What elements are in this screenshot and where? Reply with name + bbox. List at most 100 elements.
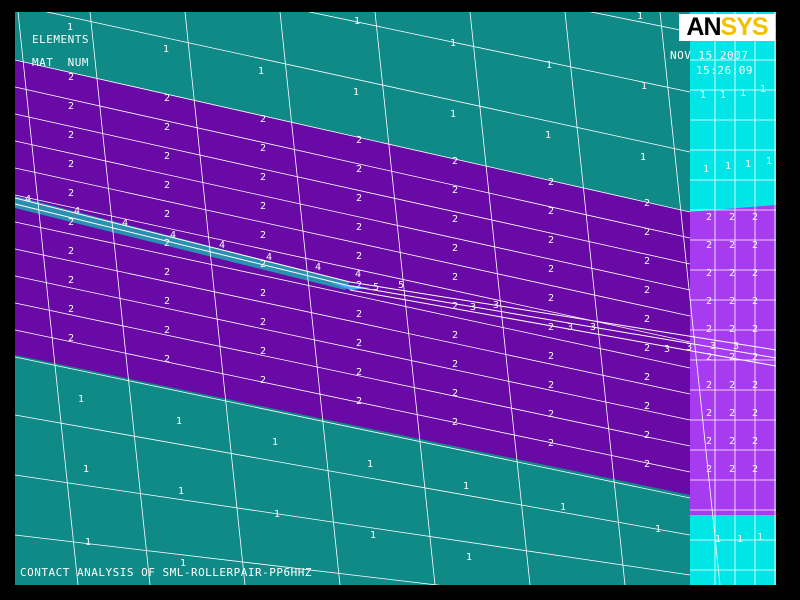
element-material-label: 5 [373, 282, 379, 293]
element-material-label: 2 [752, 464, 758, 475]
element-material-label: 2 [164, 325, 170, 336]
plot-title: CONTACT ANALYSIS OF SML-ROLLERPAIR-PP6HH… [20, 566, 313, 579]
element-material-label: 1 [725, 161, 731, 172]
element-material-label: 2 [260, 230, 266, 241]
element-material-label: 3 [470, 302, 476, 313]
element-material-label: 2 [706, 240, 712, 251]
element-material-label: 2 [356, 338, 362, 349]
ansys-logo: ANSYS [679, 14, 775, 41]
element-material-label: 2 [260, 143, 266, 154]
element-material-label: 2 [68, 101, 74, 112]
element-material-label: 1 [83, 464, 89, 475]
element-material-label: 2 [68, 217, 74, 228]
plot-date: NOV 15 2007 [670, 49, 749, 62]
element-material-label: 1 [466, 552, 472, 563]
element-material-label: 1 [67, 22, 73, 33]
element-material-label: 2 [164, 354, 170, 365]
element-material-label: 1 [700, 90, 706, 101]
element-material-label: 2 [452, 272, 458, 283]
element-mesh-plot[interactable]: 1 1 1 1 1 1 1 1 1 1 1 1 1 1 1 1 1 1 1 1 1 1 1 1 1 1 2 2 2 2 2 2 2 2 2 2 2 2 2 2… [15, 12, 776, 585]
element-material-label: 2 [452, 185, 458, 196]
element-material-label: 2 [164, 151, 170, 162]
element-material-label: 2 [260, 114, 266, 125]
element-material-label: 2 [356, 251, 362, 262]
element-material-label: 2 [548, 293, 554, 304]
element-material-label: 2 [729, 324, 735, 335]
mesh-row-line-upper [589, 12, 691, 33]
element-material-label: 2 [452, 156, 458, 167]
element-material-label: 4 [219, 240, 225, 251]
element-material-label: 2 [729, 296, 735, 307]
element-material-label: 2 [644, 285, 650, 296]
element-material-label: 1 [354, 16, 360, 27]
element-material-label: 2 [729, 380, 735, 391]
element-material-label: 1 [703, 164, 709, 175]
element-material-label: 1 [463, 481, 469, 492]
element-material-label: 2 [752, 212, 758, 223]
element-material-label: 2 [68, 275, 74, 286]
element-material-label: 2 [706, 380, 712, 391]
element-material-label: 1 [720, 90, 726, 101]
element-material-label: 2 [752, 268, 758, 279]
element-material-label: 2 [356, 396, 362, 407]
element-material-label: 2 [68, 188, 74, 199]
element-material-label: 2 [164, 267, 170, 278]
element-material-label: 2 [548, 235, 554, 246]
element-material-label: 2 [548, 438, 554, 449]
element-material-label: 1 [655, 524, 661, 535]
element-material-label: 2 [548, 177, 554, 188]
element-material-label: 2 [752, 324, 758, 335]
element-material-label: 2 [452, 301, 458, 312]
element-material-label: 1 [745, 159, 751, 170]
element-material-label: 1 [450, 109, 456, 120]
element-material-label: 2 [729, 436, 735, 447]
element-material-label: 2 [260, 288, 266, 299]
element-material-label: 2 [164, 180, 170, 191]
element-material-label: 1 [766, 156, 772, 167]
material-1-side-region-top [690, 12, 776, 212]
element-material-label: 2 [752, 380, 758, 391]
element-material-label: 2 [356, 280, 362, 291]
graphics-viewport[interactable]: 1 1 1 1 1 1 1 1 1 1 1 1 1 1 1 1 1 1 1 1 1 1 1 1 1 1 2 2 2 2 2 2 2 2 2 2 2 2 2 2… [15, 12, 776, 585]
element-material-label: 2 [356, 222, 362, 233]
element-material-label: 1 [274, 509, 280, 520]
element-material-label: 4 [266, 252, 272, 263]
element-material-label: 1 [272, 437, 278, 448]
element-material-label: 1 [546, 60, 552, 71]
element-material-label: 2 [752, 352, 758, 363]
element-material-label: 1 [163, 44, 169, 55]
logo-part-an: AN [686, 13, 721, 41]
element-material-label: 4 [170, 230, 176, 241]
element-material-label: 2 [706, 464, 712, 475]
element-material-label: 2 [68, 72, 74, 83]
element-material-label: 2 [752, 408, 758, 419]
element-material-label: 1 [78, 394, 84, 405]
element-material-label: 2 [260, 172, 266, 183]
element-material-label: 2 [644, 459, 650, 470]
element-material-label: 2 [164, 296, 170, 307]
element-material-label: 1 [85, 537, 91, 548]
mesh-row-line-upper [307, 12, 691, 93]
element-material-label: 1 [560, 502, 566, 513]
element-material-label: 2 [729, 212, 735, 223]
element-material-label: 3 [590, 322, 596, 333]
element-material-label: 2 [752, 436, 758, 447]
element-material-label: 2 [356, 164, 362, 175]
element-material-label: 1 [258, 66, 264, 77]
element-material-label: 2 [452, 243, 458, 254]
element-material-label: 2 [706, 268, 712, 279]
element-material-label: 4 [355, 269, 361, 280]
element-material-label: 4 [122, 218, 128, 229]
element-material-label: 2 [356, 193, 362, 204]
element-material-label: 2 [548, 351, 554, 362]
element-material-label: 2 [644, 198, 650, 209]
element-material-label: 2 [68, 246, 74, 257]
element-material-label: 2 [706, 436, 712, 447]
element-material-label: 2 [548, 206, 554, 217]
element-material-label: 2 [548, 322, 554, 333]
element-material-label: 1 [757, 532, 763, 543]
element-material-label: 2 [752, 240, 758, 251]
element-material-label: 2 [729, 464, 735, 475]
element-material-label: 5 [398, 280, 404, 291]
element-material-label: 2 [548, 264, 554, 275]
